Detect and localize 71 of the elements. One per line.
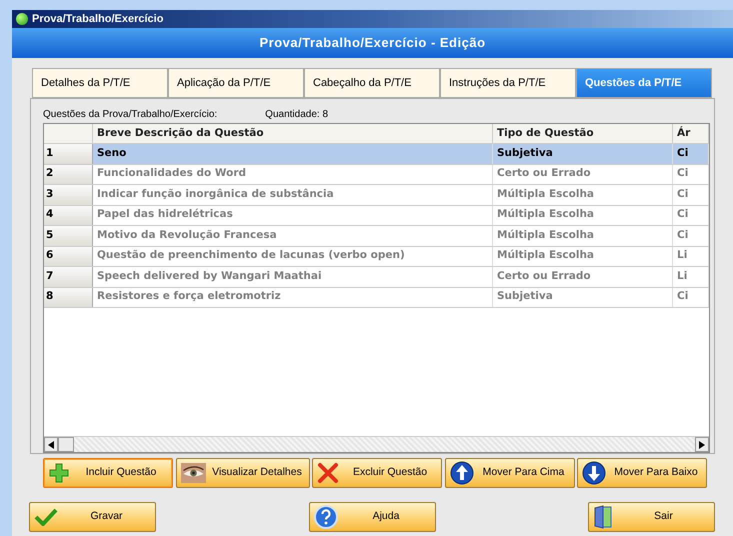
table-cell: Subjetiva: [493, 288, 673, 307]
table-cell: Speech delivered by Wangari Maathai: [93, 267, 493, 286]
table-cell: Resistores e força eletromotriz: [93, 288, 493, 307]
action-button[interactable]: Gravar: [29, 502, 156, 532]
row-number: 1: [44, 144, 93, 164]
row-number: 6: [44, 246, 93, 266]
checkmark-icon: [34, 508, 58, 526]
panel-label: Questões da Prova/Trabalho/Exercício:: [43, 108, 218, 122]
table-cell: Ci: [673, 288, 709, 307]
table-cell: Certo ou Errado: [493, 164, 673, 184]
eye-icon: [180, 463, 206, 483]
table-cell: Ci: [673, 164, 709, 184]
row-number: 5: [44, 226, 93, 246]
tab[interactable]: Cabeçalho da P/T/E: [304, 68, 440, 98]
table-cell: Múltipla Escolha: [493, 246, 673, 266]
table-cell: Indicar função inorgânica de substância: [93, 185, 493, 204]
tab[interactable]: Questões da P/T/E: [576, 68, 712, 98]
door-icon: [593, 505, 613, 529]
table-cell: Ci: [673, 185, 709, 204]
action-button[interactable]: Incluir Questão: [43, 458, 173, 488]
column-header[interactable]: Breve Descrição da Questão: [93, 124, 493, 143]
action-button[interactable]: Ajuda: [308, 502, 436, 532]
table-row[interactable]: 4 Papel das hidrelétricas Múltipla Escolha Ci: [44, 206, 709, 226]
scroll-thumb[interactable]: [58, 437, 74, 452]
table-row[interactable]: 7 Speech delivered by Wangari Maathai Certo ou Errado Li: [44, 267, 709, 288]
row-number: 2: [44, 164, 93, 184]
table-cell: Motivo da Revolução Francesa: [93, 226, 493, 246]
column-header[interactable]: Ár: [673, 124, 709, 143]
app-icon: [16, 13, 28, 25]
window-title: Prova/Trabalho/Exercício: [32, 12, 164, 27]
action-button[interactable]: Mover Para Baixo: [577, 458, 707, 488]
table-row[interactable]: 2 Funcionalidades do Word Certo ou Errado Ci: [44, 164, 709, 185]
table-row[interactable]: 6 Questão de preenchimento de lacunas (verbo open) Múltipla Escolha Li: [44, 246, 709, 267]
table-cell: Ci: [673, 144, 709, 164]
horizontal-scrollbar[interactable]: [44, 436, 709, 452]
row-number: 7: [44, 267, 93, 286]
column-header[interactable]: Tipo de Questão: [493, 124, 673, 143]
action-button[interactable]: Sair: [588, 502, 715, 532]
help-icon: [314, 505, 338, 529]
table-cell: Funcionalidades do Word: [93, 164, 493, 184]
table-row[interactable]: 8 Resistores e força eletromotriz Subjetiva Ci: [44, 288, 709, 308]
table-cell: Múltipla Escolha: [493, 206, 673, 225]
table-cell: Múltipla Escolha: [493, 185, 673, 204]
table-cell: Ci: [673, 206, 709, 225]
action-button[interactable]: Excluir Questão: [312, 458, 442, 488]
row-number: 4: [44, 206, 93, 225]
row-number: 8: [44, 288, 93, 307]
scroll-left-icon[interactable]: [44, 437, 58, 452]
table-cell: Ci: [673, 226, 709, 246]
table-cell: Certo ou Errado: [493, 267, 673, 286]
plus-icon: [48, 462, 70, 484]
tab[interactable]: Aplicação da P/T/E: [168, 68, 304, 98]
table-row[interactable]: 3 Indicar função inorgânica de substância Múltipla Escolha Ci: [44, 185, 709, 206]
scroll-right-icon[interactable]: [695, 437, 709, 452]
table-row[interactable]: 5 Motivo da Revolução Francesa Múltipla Escolha Ci: [44, 226, 709, 246]
table-row[interactable]: 1 Seno Subjetiva Ci: [44, 144, 709, 164]
action-button[interactable]: Visualizar Detalhes: [176, 458, 310, 488]
tab[interactable]: Instruções da P/T/E: [440, 68, 576, 98]
table-cell: Li: [673, 267, 709, 286]
close-icon: [317, 462, 339, 484]
table-cell: Múltipla Escolha: [493, 226, 673, 246]
header-title: Prova/Trabalho/Exercício - Edição: [259, 34, 486, 52]
table-cell: Questão de preenchimento de lacunas (verbo open): [93, 246, 493, 266]
table-cell: Seno: [93, 144, 493, 164]
question-count: Quantidade: 8: [265, 108, 328, 122]
table-cell: Subjetiva: [493, 144, 673, 164]
row-number: 3: [44, 185, 93, 204]
table-cell: Li: [673, 246, 709, 266]
tab[interactable]: Detalhes da P/T/E: [32, 68, 168, 98]
action-button[interactable]: Mover Para Cima: [444, 458, 574, 488]
table-cell: Papel das hidrelétricas: [93, 206, 493, 225]
